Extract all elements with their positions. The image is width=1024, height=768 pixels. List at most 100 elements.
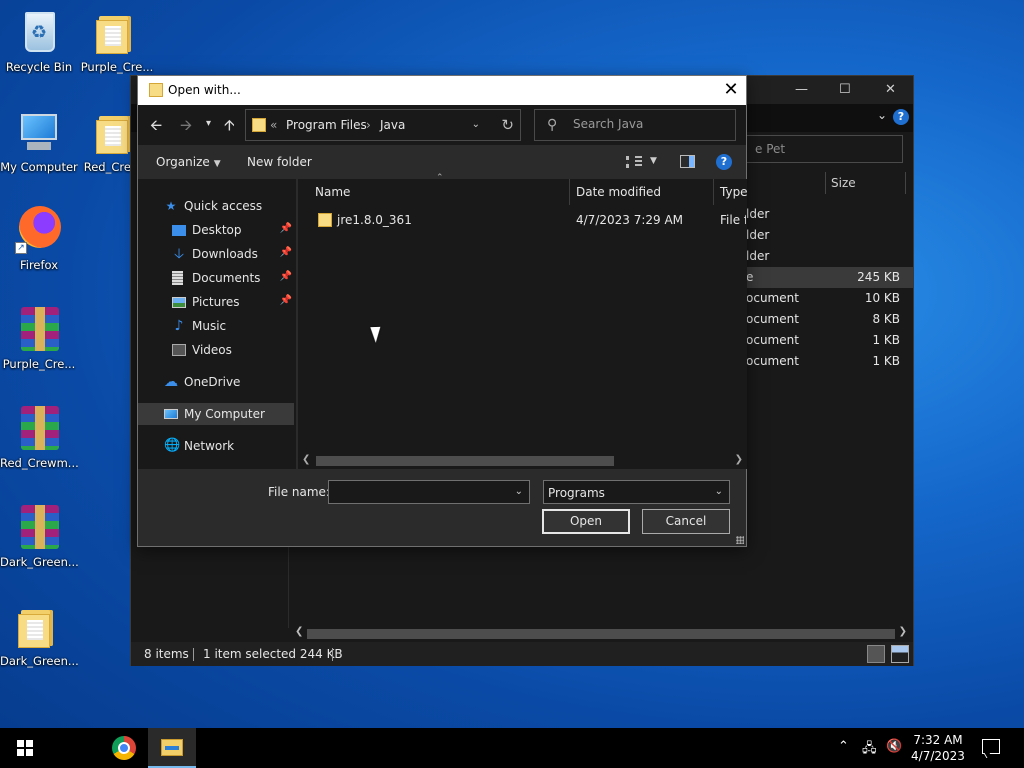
speaker-muted-icon[interactable]: 🔇: [886, 739, 902, 754]
horizontal-scrollbar[interactable]: ❮ ❯: [298, 452, 747, 469]
nav-item-downloads[interactable]: 🡣 Downloads 📌: [138, 243, 294, 265]
close-icon[interactable]: ✕: [716, 76, 746, 105]
scroll-left-icon[interactable]: ❮: [302, 454, 310, 465]
column-divider[interactable]: [905, 172, 906, 194]
close-icon[interactable]: ✕: [885, 82, 896, 97]
pin-icon[interactable]: 📌: [280, 271, 292, 282]
breadcrumb-overflow[interactable]: «: [270, 118, 277, 132]
refresh-icon[interactable]: ↻: [501, 116, 514, 134]
details-view-icon[interactable]: [867, 645, 885, 663]
help-icon[interactable]: ?: [716, 154, 732, 170]
cancel-button[interactable]: Cancel: [642, 509, 730, 534]
search-input[interactable]: e Pet: [746, 135, 903, 163]
breadcrumb-program-files[interactable]: Program Files: [286, 118, 367, 132]
preview-pane-icon[interactable]: [680, 155, 695, 168]
up-arrow-icon[interactable]: 🡩: [224, 115, 235, 140]
column-divider[interactable]: [713, 179, 714, 205]
network-icon[interactable]: 🖧: [862, 739, 877, 761]
maximize-icon[interactable]: ☐: [839, 82, 851, 97]
scroll-right-icon[interactable]: ❯: [899, 626, 907, 637]
address-bar[interactable]: « Program Files › Java ⌄ ↻: [245, 109, 521, 141]
pin-icon[interactable]: 📌: [280, 295, 292, 306]
scroll-left-icon[interactable]: ❮: [295, 626, 303, 637]
desktop-icon-my-computer[interactable]: My Computer: [0, 108, 78, 174]
file-row[interactable]: ocument 1 KB: [746, 351, 914, 372]
file-name-input[interactable]: [333, 485, 503, 499]
nav-item-documents[interactable]: Documents 📌: [138, 267, 294, 289]
desktop-icon-recycle-bin[interactable]: Recycle Bin: [0, 8, 78, 74]
column-header-date-modified[interactable]: Date modified: [576, 185, 661, 199]
large-icons-view-icon[interactable]: [891, 645, 909, 663]
open-button[interactable]: Open: [542, 509, 630, 534]
column-header-type[interactable]: Type: [720, 185, 748, 199]
windows-logo-icon: [17, 740, 33, 756]
desktop-icon-red-archive[interactable]: Red_Crewm...: [0, 404, 78, 470]
pin-icon[interactable]: 📌: [280, 247, 292, 258]
nav-item-music[interactable]: ♪ Music: [138, 315, 294, 337]
column-header-size[interactable]: Size: [831, 176, 856, 190]
show-hidden-icons-chevron-icon[interactable]: ⌃: [838, 739, 849, 754]
scroll-right-icon[interactable]: ❯: [735, 454, 743, 465]
file-row[interactable]: lder: [746, 225, 914, 246]
clock[interactable]: 7:32 AM 4/7/2023: [904, 732, 972, 764]
recent-locations-chevron-icon[interactable]: ▾: [206, 118, 211, 129]
view-options-chevron-icon[interactable]: ▼: [650, 156, 657, 166]
breadcrumb-java[interactable]: Java: [380, 118, 405, 132]
column-header-name[interactable]: Name: [315, 185, 350, 199]
forward-arrow-icon[interactable]: 🡪: [180, 115, 192, 140]
file-row[interactable]: ocument 10 KB: [746, 288, 914, 309]
star-icon: ★: [165, 199, 177, 213]
chevron-down-icon[interactable]: ⌄: [877, 108, 887, 122]
file-type-select[interactable]: Programs ⌄: [543, 480, 730, 504]
file-name-combobox[interactable]: ⌄: [328, 480, 530, 504]
status-separator: [332, 648, 333, 661]
scrollbar-thumb[interactable]: [307, 629, 895, 639]
file-row[interactable]: ocument 1 KB: [746, 330, 914, 351]
pin-icon[interactable]: 📌: [280, 223, 292, 234]
scrollbar-thumb[interactable]: [316, 456, 614, 466]
file-row[interactable]: ocument 8 KB: [746, 309, 914, 330]
nav-item-pictures[interactable]: Pictures 📌: [138, 291, 294, 313]
address-dropdown-icon[interactable]: ⌄: [472, 119, 480, 130]
back-arrow-icon[interactable]: 🡨: [150, 115, 162, 140]
desktop-icon-dark-green-archive[interactable]: Dark_Green...: [0, 503, 78, 569]
minimize-icon[interactable]: —: [795, 82, 808, 97]
nav-item-label: Network: [184, 439, 235, 453]
nav-item-network[interactable]: 🌐 Network: [138, 435, 294, 457]
column-divider[interactable]: [825, 172, 826, 194]
action-center-icon[interactable]: [982, 739, 1000, 754]
open-with-dialog[interactable]: Open with... ✕ 🡨 🡪 ▾ 🡩 « Program Files ›…: [137, 75, 748, 547]
column-divider[interactable]: [569, 179, 570, 205]
file-row[interactable]: jre1.8.0_361 4/7/2023 7:29 AM File fo: [298, 209, 747, 231]
horizontal-scrollbar[interactable]: ❮ ❯: [291, 626, 911, 642]
nav-item-videos[interactable]: Videos: [138, 339, 294, 361]
computer-icon: [164, 409, 178, 419]
search-icon: ⚲: [547, 117, 558, 133]
file-name-label: File name:: [268, 485, 330, 499]
desktop-icon-firefox[interactable]: ↗ Firefox: [0, 206, 78, 272]
nav-item-quick-access[interactable]: ★ Quick access: [138, 195, 294, 217]
dialog-titlebar[interactable]: Open with... ✕: [138, 76, 746, 105]
file-row[interactable]: e 245 KB: [746, 267, 914, 288]
start-button[interactable]: [0, 728, 48, 768]
desktop-icon-purple-archive[interactable]: Purple_Cre...: [0, 305, 78, 371]
file-row[interactable]: lder: [746, 204, 914, 225]
desktop-icon-purple-folder[interactable]: Purple_Cre...: [78, 8, 156, 74]
resize-grip[interactable]: [736, 536, 744, 544]
desktop-icon-dark-green-folder[interactable]: Dark_Green...: [0, 602, 78, 668]
nav-item-onedrive[interactable]: ☁ OneDrive: [138, 371, 294, 393]
nav-item-desktop[interactable]: Desktop 📌: [138, 219, 294, 241]
taskbar-search-button[interactable]: ⚲: [48, 728, 124, 768]
taskbar-file-explorer[interactable]: [148, 728, 196, 768]
change-view-icon[interactable]: [626, 156, 642, 168]
search-box[interactable]: ⚲: [534, 109, 736, 141]
chevron-down-icon[interactable]: ⌄: [515, 486, 523, 497]
help-icon[interactable]: ?: [893, 109, 909, 125]
search-input[interactable]: [573, 117, 723, 131]
organize-button[interactable]: Organize ▼: [156, 155, 221, 169]
new-folder-button[interactable]: New folder: [247, 155, 312, 169]
chevron-down-icon: ▼: [213, 159, 221, 169]
nav-item-my-computer[interactable]: My Computer: [138, 403, 294, 425]
file-row[interactable]: lder: [746, 246, 914, 267]
file-type: ocument: [746, 291, 799, 305]
